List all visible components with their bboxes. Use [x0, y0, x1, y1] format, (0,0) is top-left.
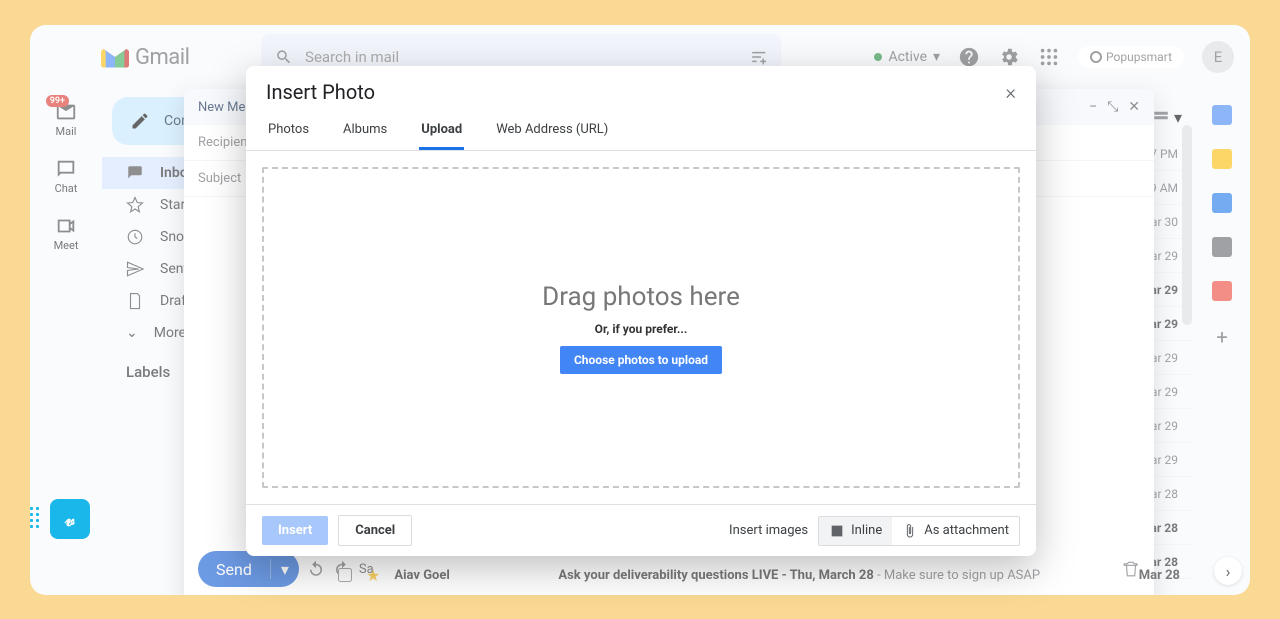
search-icon [275, 47, 293, 67]
modal-footer: Insert Cancel Insert images Inline As at… [246, 504, 1036, 556]
inline-option[interactable]: Inline [819, 517, 892, 545]
attachment-icon [902, 523, 918, 539]
rail-chat[interactable]: Chat [55, 158, 78, 195]
get-addons-icon[interactable]: + [1216, 325, 1227, 349]
send-icon [126, 260, 144, 278]
popupsmart-icon [1090, 51, 1102, 63]
mail-sender: Aiav Goel [394, 568, 544, 583]
minimize-icon[interactable]: − [1089, 99, 1097, 115]
upload-dropzone[interactable]: Drag photos here Or, if you prefer... Ch… [262, 167, 1020, 488]
insert-button[interactable]: Insert [262, 516, 328, 545]
rail-meet[interactable]: Meet [54, 215, 79, 252]
tab-albums[interactable]: Albums [341, 112, 389, 150]
left-rail: 99+ Mail Chat Meet [30, 89, 102, 252]
help-icon[interactable] [958, 46, 980, 68]
right-side-panel: + [1194, 89, 1250, 349]
mail-time: Mar 28 [1139, 568, 1180, 583]
attachment-label: As attachment [924, 523, 1009, 538]
inline-label: Inline [851, 523, 882, 538]
chevron-down-icon[interactable]: ▾ [1174, 108, 1182, 127]
rail-meet-label: Meet [54, 239, 79, 252]
status-dot-icon [874, 53, 882, 61]
split-icon[interactable] [1152, 108, 1170, 126]
popupsmart-chip[interactable]: Popupsmart [1078, 46, 1184, 68]
gmail-m-icon [101, 46, 129, 68]
chevron-down-icon: ▾ [933, 49, 940, 65]
undo-icon[interactable] [307, 560, 325, 578]
attachment-option[interactable]: As attachment [892, 517, 1019, 545]
chat-icon [55, 158, 77, 180]
rail-chat-label: Chat [55, 182, 78, 195]
chevron-down-icon: ⌄ [126, 325, 138, 341]
rail-mail[interactable]: 99+ Mail [55, 101, 77, 138]
drag-handle-icon[interactable] [30, 507, 46, 531]
calendar-icon[interactable] [1212, 105, 1232, 125]
draft-icon [126, 292, 144, 310]
modal-body: Drag photos here Or, if you prefer... Ch… [246, 151, 1036, 504]
apps-icon[interactable] [1038, 46, 1060, 68]
close-icon[interactable]: ✕ [1128, 99, 1140, 115]
modal-header: Insert Photo × [246, 66, 1036, 112]
search-input[interactable] [305, 48, 738, 66]
tune-icon[interactable] [750, 47, 768, 67]
account-avatar[interactable]: E [1202, 41, 1234, 73]
active-label: Active [888, 49, 927, 65]
insert-images-label: Insert images [729, 523, 808, 538]
chevron-right-icon: › [1226, 562, 1231, 581]
send-more-icon[interactable]: ▾ [271, 560, 299, 579]
modal-title: Insert Photo [266, 80, 375, 104]
send-button[interactable]: Send ▾ [198, 551, 299, 587]
contacts-icon[interactable] [1212, 237, 1232, 257]
tab-web-address[interactable]: Web Address (URL) [494, 112, 610, 150]
clock-icon [126, 228, 144, 246]
star-icon[interactable]: ★ [366, 566, 380, 585]
tab-upload[interactable]: Upload [419, 112, 464, 150]
dropzone-or: Or, if you prefer... [595, 322, 688, 336]
modal-tabs: Photos Albums Upload Web Address (URL) [246, 112, 1036, 151]
tasks-icon[interactable] [1212, 193, 1232, 213]
popupsmart-label: Popupsmart [1106, 50, 1172, 64]
active-status[interactable]: Active ▾ [874, 49, 940, 65]
gmail-logo[interactable]: Gmail [101, 45, 189, 70]
more-label: More [154, 325, 186, 341]
close-icon[interactable]: × [1006, 80, 1016, 104]
row-checkbox[interactable] [338, 568, 352, 582]
expand-panel-button[interactable]: › [1214, 557, 1242, 585]
insert-mode-segment: Inline As attachment [818, 516, 1020, 546]
tab-photos[interactable]: Photos [266, 112, 311, 150]
gmail-brand-text: Gmail [135, 45, 189, 70]
pencil-icon [130, 111, 150, 131]
rail-mail-label: Mail [56, 125, 77, 138]
keep-icon[interactable] [1212, 149, 1232, 169]
scrollbar-thumb[interactable] [1182, 125, 1192, 325]
image-icon [829, 523, 845, 539]
addon-icon[interactable] [1212, 281, 1232, 301]
cancel-button[interactable]: Cancel [338, 515, 412, 546]
insert-photo-modal: Insert Photo × Photos Albums Upload Web … [246, 66, 1036, 556]
unread-badge: 99+ [46, 95, 69, 107]
vimeo-widget[interactable]: 𝓋 [50, 499, 90, 539]
send-label: Send [198, 560, 270, 579]
star-icon [126, 196, 144, 214]
inbox-icon [126, 164, 144, 182]
mail-subject: Ask your deliverability questions LIVE -… [558, 568, 1124, 583]
meet-icon [55, 215, 77, 237]
gear-icon[interactable] [998, 46, 1020, 68]
dropzone-title: Drag photos here [542, 282, 740, 312]
choose-photos-button[interactable]: Choose photos to upload [560, 346, 722, 374]
visible-mail-row[interactable]: ★ Aiav Goel Ask your deliverability ques… [338, 561, 1180, 589]
fullscreen-icon[interactable]: ⤡ [1107, 99, 1118, 115]
